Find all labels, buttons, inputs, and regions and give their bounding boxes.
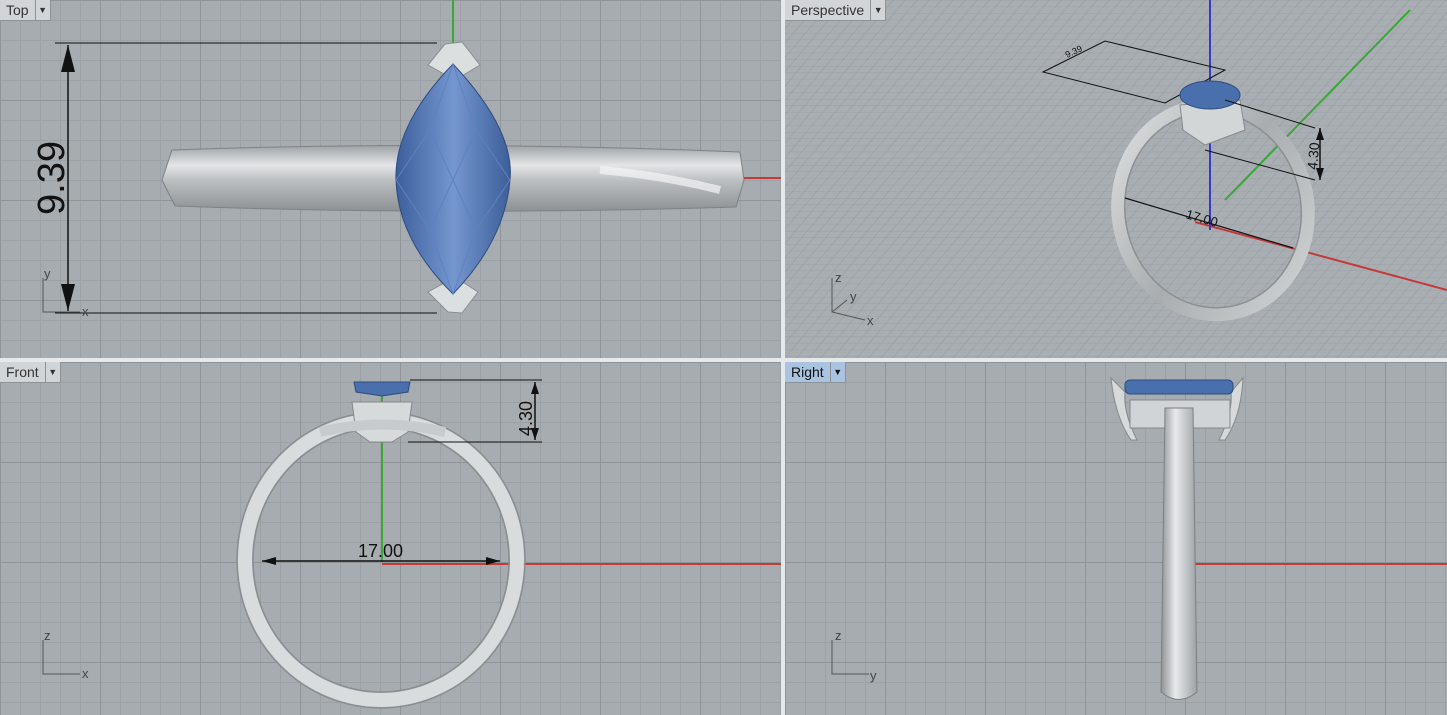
axis-widget [42, 640, 80, 675]
rhino-viewports: 9.39 y x Top ▼ 9.39 4.30 17.00 z y x Per… [0, 0, 1447, 715]
axis-label-y: y [44, 266, 51, 281]
axis-label-z: z [44, 628, 51, 643]
tab-front[interactable]: Front ▼ [0, 362, 61, 383]
tab-top[interactable]: Top ▼ [0, 0, 51, 21]
dim-arrow-down [61, 284, 75, 311]
dimension-4-30-persp: 4.30 [1304, 142, 1322, 171]
axis-label-y: y [870, 668, 877, 683]
arrow-up-icon [531, 382, 539, 394]
axis-label-x: x [82, 304, 89, 319]
gem [1179, 80, 1241, 110]
perspective-scene: 9.39 4.30 17.00 z y x [785, 0, 1447, 358]
arrow-left-icon [262, 557, 276, 565]
dimension-9-39: 9.39 [31, 141, 73, 215]
viewport-divider-horizontal[interactable] [0, 358, 1447, 362]
chevron-down-icon[interactable]: ▼ [870, 0, 885, 20]
viewport-label-right: Right [791, 364, 824, 380]
viewport-perspective[interactable]: 9.39 4.30 17.00 z y x Perspective ▼ [785, 0, 1447, 358]
axis-label-x: x [867, 313, 874, 328]
viewport-label-perspective: Perspective [791, 2, 865, 18]
axis-widget [42, 278, 80, 313]
dimension-17-00: 17.00 [358, 541, 403, 561]
viewport-top[interactable]: 9.39 y x Top ▼ [0, 0, 781, 358]
axis-label-z: z [835, 628, 842, 643]
tab-perspective[interactable]: Perspective ▼ [785, 0, 887, 21]
ring-shank [1160, 407, 1198, 700]
right-view-scene: z y [831, 376, 1447, 700]
axis-label-y: y [850, 289, 857, 304]
gem [1124, 379, 1234, 395]
front-view-scene: 4.30 17.00 z x [42, 379, 781, 709]
axis-label-z: z [835, 270, 842, 285]
viewport-front[interactable]: 4.30 17.00 z x Front ▼ [0, 362, 781, 715]
chevron-down-icon[interactable]: ▼ [44, 362, 60, 382]
gem [353, 381, 411, 397]
viewport-label-front: Front [6, 364, 39, 380]
top-view-scene: 9.39 y x [31, 0, 781, 319]
axis-label-x: x [82, 666, 89, 681]
viewport-right[interactable]: z y Right ▼ [785, 362, 1447, 715]
chevron-down-icon[interactable]: ▼ [829, 362, 845, 382]
viewport-label-top: Top [6, 2, 29, 18]
tab-right[interactable]: Right ▼ [785, 362, 846, 383]
dimension-4-30: 4.30 [516, 401, 536, 436]
axis-widget [831, 640, 869, 675]
chevron-down-icon[interactable]: ▼ [34, 0, 50, 20]
dim-arrow-up [61, 45, 75, 72]
